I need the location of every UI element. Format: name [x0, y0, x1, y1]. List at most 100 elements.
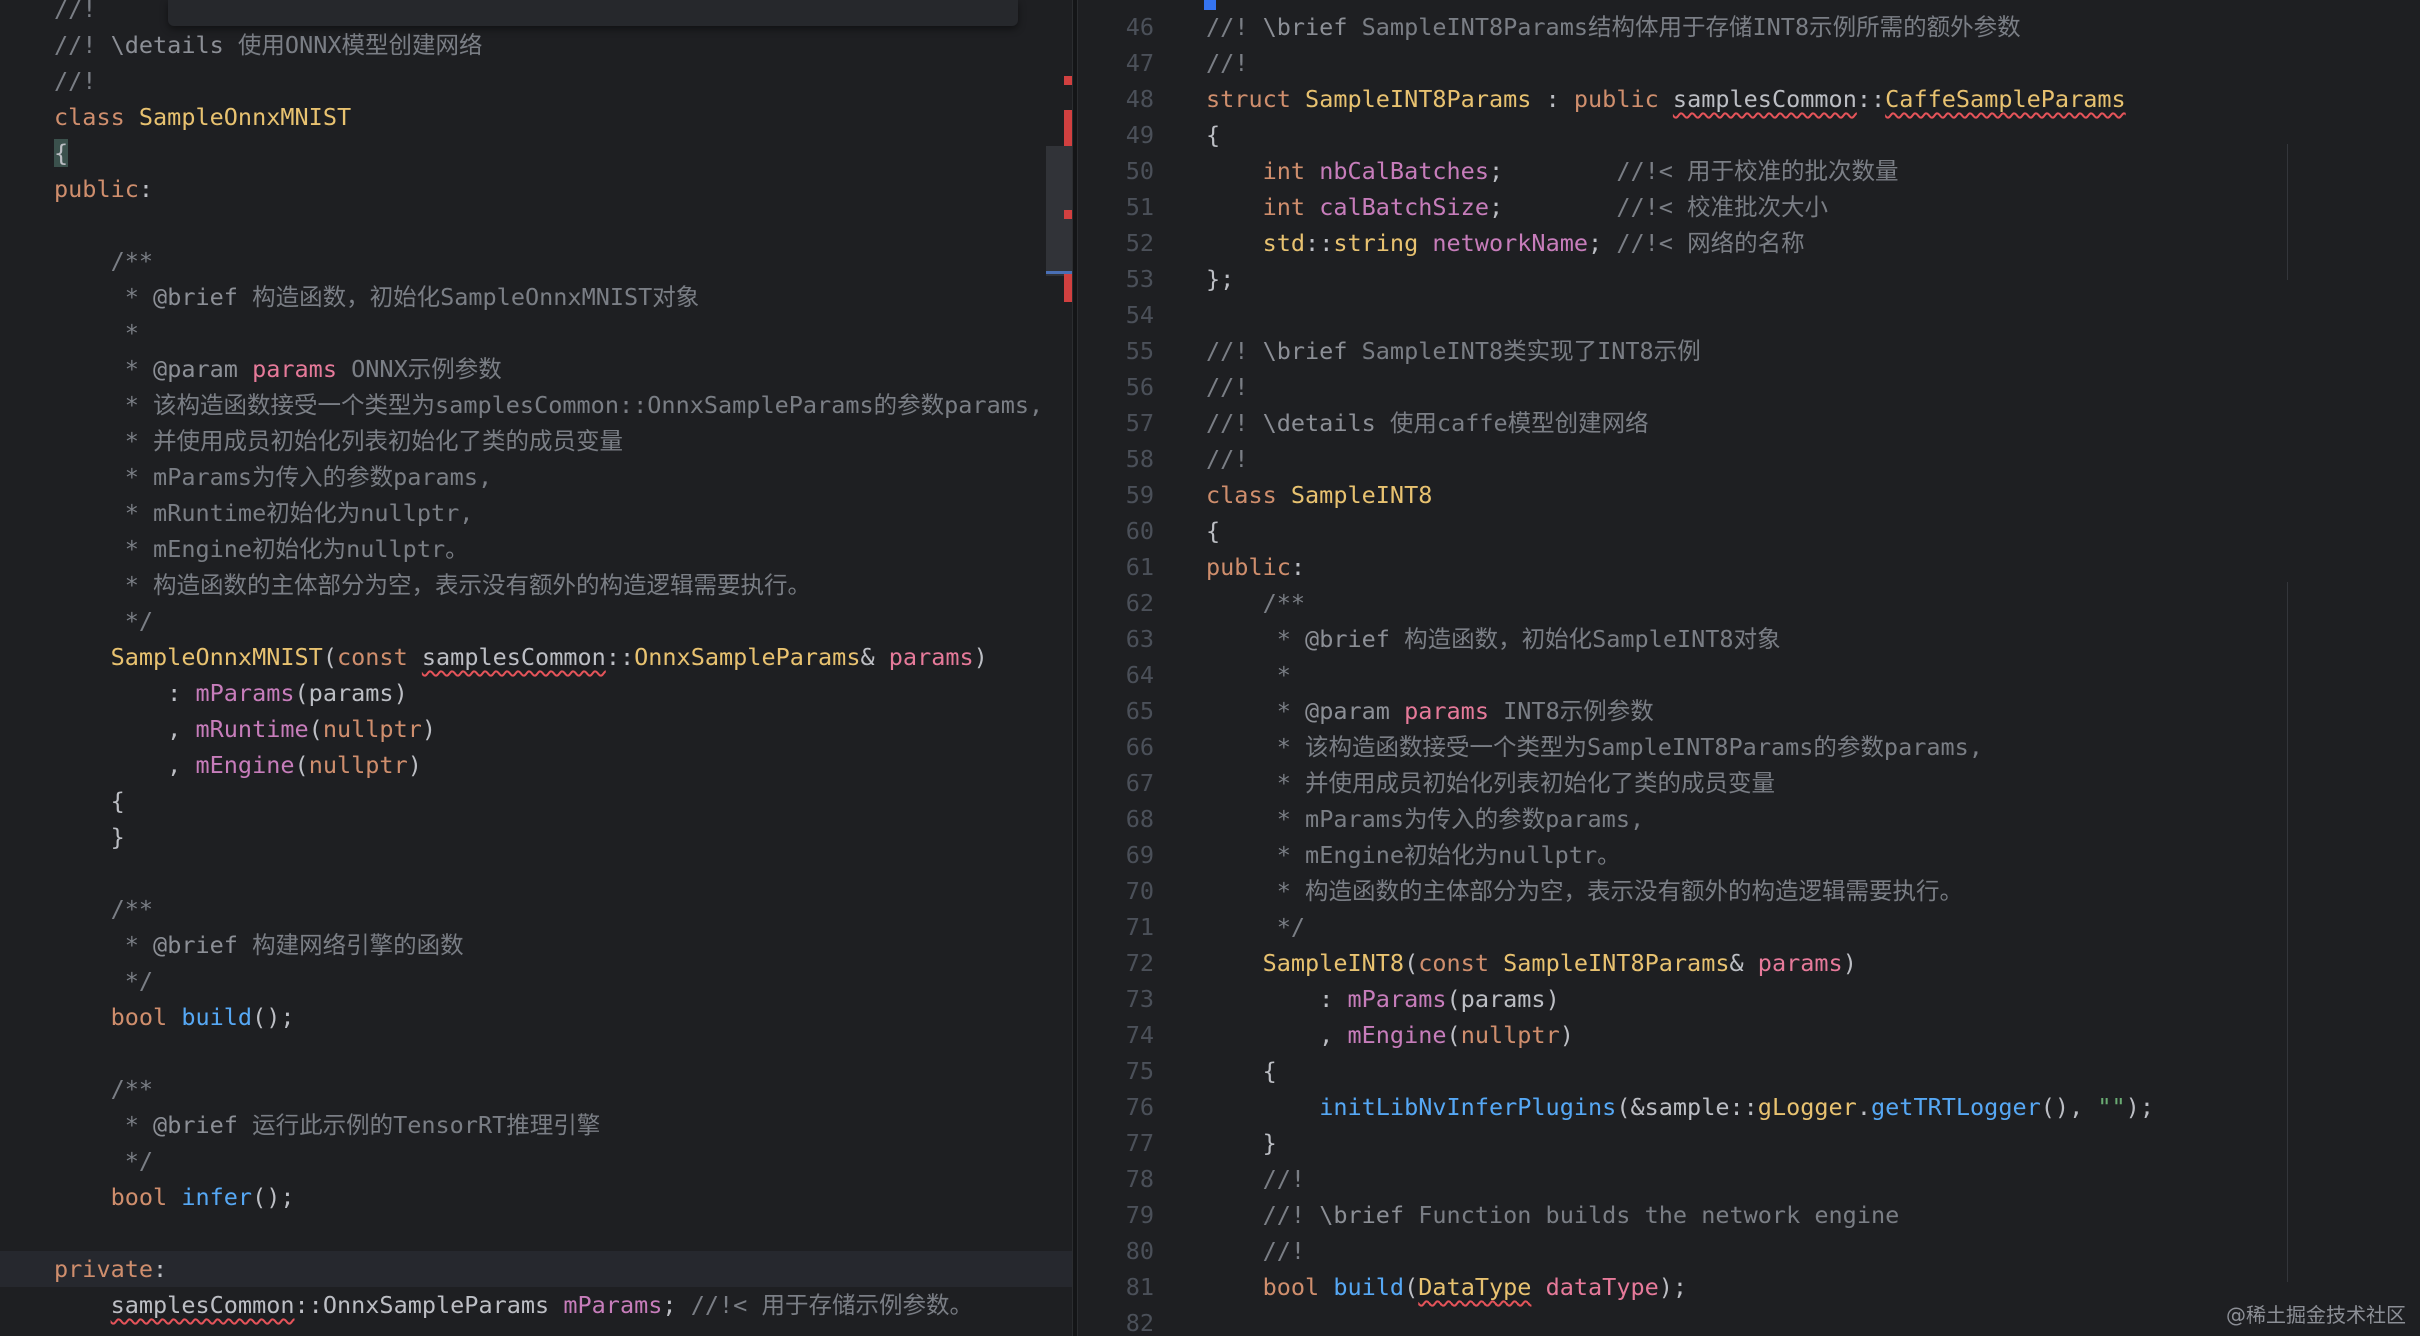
code-line[interactable]: SampleOnnxMNIST(const samplesCommon::Onn… [0, 639, 1072, 675]
line-number[interactable]: 77 [1078, 1125, 1154, 1161]
code-line[interactable] [0, 855, 1072, 891]
code-line[interactable]: 66 * 该构造函数接受一个类型为SampleINT8Params的参数para… [1078, 729, 2420, 765]
code-line[interactable]: 82 [1078, 1305, 2420, 1336]
code-line[interactable]: 78 //! [1078, 1161, 2420, 1197]
code-line[interactable]: 65 * @param params INT8示例参数 [1078, 693, 2420, 729]
code-line[interactable]: 57 //! \details 使用caffe模型创建网络 [1078, 405, 2420, 441]
code-line[interactable]: */ [0, 963, 1072, 999]
line-number[interactable]: 81 [1078, 1269, 1154, 1305]
line-number[interactable]: 58 [1078, 441, 1154, 477]
right-editor-pane[interactable]: 46 //! \brief SampleINT8Params结构体用于存储INT8… [1078, 0, 2420, 1336]
code-line[interactable]: , mEngine(nullptr) [0, 747, 1072, 783]
line-number[interactable]: 73 [1078, 981, 1154, 1017]
line-number[interactable]: 48 [1078, 81, 1154, 117]
line-number[interactable]: 80 [1078, 1233, 1154, 1269]
line-number[interactable]: 78 [1078, 1161, 1154, 1197]
line-number[interactable]: 65 [1078, 693, 1154, 729]
code-line[interactable]: //! [0, 63, 1072, 99]
line-number[interactable]: 55 [1078, 333, 1154, 369]
code-line[interactable]: private: [0, 1251, 1072, 1287]
error-marker[interactable] [1064, 76, 1072, 85]
code-line[interactable]: 61 public: [1078, 549, 2420, 585]
code-line[interactable]: * 并使用成员初始化列表初始化了类的成员变量 [0, 423, 1072, 459]
error-marker[interactable] [1064, 110, 1072, 146]
code-line[interactable]: 50 int nbCalBatches; //!< 用于校准的批次数量 [1078, 153, 2420, 189]
code-line[interactable]: bool build(); [0, 999, 1072, 1035]
code-line[interactable]: 68 * mParams为传入的参数params, [1078, 801, 2420, 837]
code-line[interactable]: 69 * mEngine初始化为nullptr。 [1078, 837, 2420, 873]
code-line[interactable]: { [0, 783, 1072, 819]
code-line[interactable]: /** [0, 243, 1072, 279]
code-line[interactable]: /** [0, 891, 1072, 927]
line-number[interactable]: 50 [1078, 153, 1154, 189]
code-line[interactable] [0, 207, 1072, 243]
code-line[interactable]: 58 //! [1078, 441, 2420, 477]
line-number[interactable]: 62 [1078, 585, 1154, 621]
line-number[interactable]: 61 [1078, 549, 1154, 585]
code-line[interactable]: * mParams为传入的参数params, [0, 459, 1072, 495]
code-line[interactable]: */ [0, 603, 1072, 639]
code-line[interactable]: } [0, 819, 1072, 855]
line-number[interactable]: 57 [1078, 405, 1154, 441]
line-number[interactable]: 63 [1078, 621, 1154, 657]
code-line[interactable]: * @param params ONNX示例参数 [0, 351, 1072, 387]
left-editor-pane[interactable]: //!//! \details 使用ONNX模型创建网络//! class Sam… [0, 0, 1072, 1336]
line-number[interactable]: 82 [1078, 1305, 1154, 1336]
code-line[interactable]: * mEngine初始化为nullptr。 [0, 531, 1072, 567]
line-number[interactable]: 52 [1078, 225, 1154, 261]
code-line[interactable]: * 该构造函数接受一个类型为samplesCommon::OnnxSampleP… [0, 387, 1072, 423]
line-number[interactable]: 54 [1078, 297, 1154, 333]
line-number[interactable]: 47 [1078, 45, 1154, 81]
line-number[interactable]: 53 [1078, 261, 1154, 297]
code-line[interactable]: * @brief 运行此示例的TensorRT推理引擎 [0, 1107, 1072, 1143]
code-line[interactable]: : mParams(params) [0, 675, 1072, 711]
code-line[interactable]: 67 * 并使用成员初始化列表初始化了类的成员变量 [1078, 765, 2420, 801]
code-line[interactable]: 55 //! \brief SampleINT8类实现了INT8示例 [1078, 333, 2420, 369]
code-line[interactable] [0, 1035, 1072, 1071]
code-line[interactable]: public: [0, 171, 1072, 207]
code-line[interactable]: 71 */ [1078, 909, 2420, 945]
line-number[interactable]: 74 [1078, 1017, 1154, 1053]
line-number[interactable]: 76 [1078, 1089, 1154, 1125]
code-line[interactable]: 79 //! \brief Function builds the networ… [1078, 1197, 2420, 1233]
code-line[interactable]: samplesCommon::OnnxSampleParams mParams;… [0, 1287, 1072, 1323]
code-line[interactable]: 62 /** [1078, 585, 2420, 621]
code-line[interactable]: 48 struct SampleINT8Params : public sampl… [1078, 81, 2420, 117]
code-line[interactable]: 80 //! [1078, 1233, 2420, 1269]
code-line[interactable]: 60 { [1078, 513, 2420, 549]
code-line[interactable]: 46 //! \brief SampleINT8Params结构体用于存储INT8… [1078, 9, 2420, 45]
code-line[interactable]: 81 bool build(DataType dataType); [1078, 1269, 2420, 1305]
code-line[interactable]: , mRuntime(nullptr) [0, 711, 1072, 747]
line-number[interactable]: 56 [1078, 369, 1154, 405]
code-line[interactable]: 72 SampleINT8(const SampleINT8Params& pa… [1078, 945, 2420, 981]
error-marker[interactable] [1064, 210, 1072, 219]
code-line[interactable]: 47 //! [1078, 45, 2420, 81]
code-line[interactable]: 64 * [1078, 657, 2420, 693]
code-line[interactable]: * @brief 构建网络引擎的函数 [0, 927, 1072, 963]
error-marker[interactable] [1064, 272, 1072, 302]
code-line[interactable]: { [0, 135, 1072, 171]
code-line[interactable] [0, 1215, 1072, 1251]
code-line[interactable]: 52 std::string networkName; //!< 网络的名称 [1078, 225, 2420, 261]
code-line[interactable]: 76 initLibNvInferPlugins(&sample::gLogge… [1078, 1089, 2420, 1125]
line-number[interactable]: 46 [1078, 9, 1154, 45]
code-line[interactable]: 49 { [1078, 117, 2420, 153]
line-number[interactable]: 60 [1078, 513, 1154, 549]
code-line[interactable]: /** [0, 1071, 1072, 1107]
code-line[interactable]: //! \details 使用ONNX模型创建网络 [0, 27, 1072, 63]
code-line[interactable]: * 构造函数的主体部分为空，表示没有额外的构造逻辑需要执行。 [0, 567, 1072, 603]
line-number[interactable]: 79 [1078, 1197, 1154, 1233]
code-line[interactable]: 73 : mParams(params) [1078, 981, 2420, 1017]
code-line[interactable]: 75 { [1078, 1053, 2420, 1089]
line-number[interactable]: 66 [1078, 729, 1154, 765]
code-line[interactable]: 70 * 构造函数的主体部分为空，表示没有额外的构造逻辑需要执行。 [1078, 873, 2420, 909]
code-line[interactable]: 74 , mEngine(nullptr) [1078, 1017, 2420, 1053]
line-number[interactable]: 72 [1078, 945, 1154, 981]
code-line[interactable]: * mRuntime初始化为nullptr, [0, 495, 1072, 531]
line-number[interactable]: 64 [1078, 657, 1154, 693]
code-line[interactable]: 77 } [1078, 1125, 2420, 1161]
code-line[interactable]: 53}; [1078, 261, 2420, 297]
line-number[interactable]: 49 [1078, 117, 1154, 153]
line-number[interactable]: 68 [1078, 801, 1154, 837]
line-number[interactable]: 71 [1078, 909, 1154, 945]
